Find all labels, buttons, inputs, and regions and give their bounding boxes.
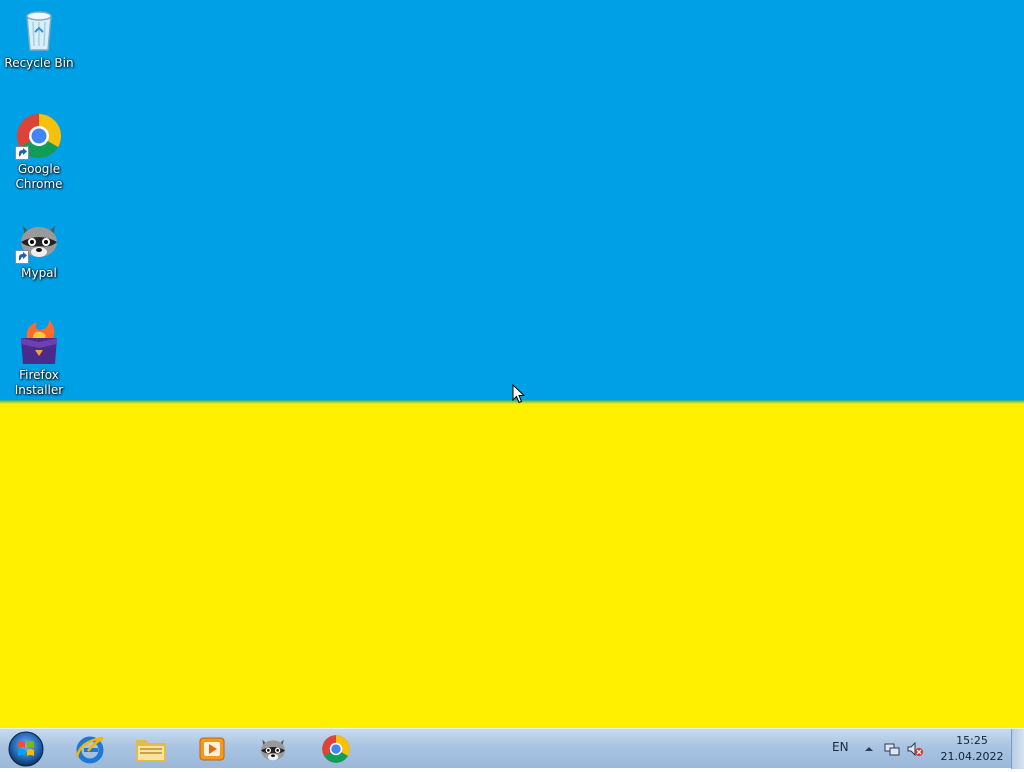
recycle-bin-icon [15,6,63,54]
firefox-installer-icon [15,318,63,366]
language-indicator[interactable]: EN [832,740,849,754]
show-desktop-button[interactable] [1011,729,1024,769]
taskbar: EN 15:25 21.04.2022 [0,728,1024,769]
start-button[interactable] [6,730,46,768]
clock-time: 15:25 [956,734,988,747]
shortcut-arrow-icon [15,146,29,160]
mouse-pointer-icon [512,383,526,408]
raccoon-icon [261,739,285,761]
raccoon-icon [15,216,63,264]
taskbar-pin-google-chrome[interactable] [308,731,364,767]
clock-date: 21.04.2022 [940,750,1004,763]
desktop-icon-mypal[interactable]: Mypal [4,216,74,281]
desktop-icon-label-line1: Firefox [19,368,59,382]
desktop-icon-label-line2: Installer [14,383,64,397]
chrome-icon [322,735,350,763]
windows-orb-icon [8,731,44,767]
show-hidden-icons-icon[interactable] [864,741,874,760]
taskbar-clock[interactable]: 15:25 21.04.2022 [932,733,1012,765]
desktop-icon-label-line2: Chrome [15,177,63,191]
chrome-icon [15,112,63,160]
desktop-icon-firefox-installer[interactable]: Firefox Installer [4,318,74,398]
ie-icon [75,736,104,764]
shortcut-arrow-icon [15,250,29,264]
taskbar-pin-internet-explorer[interactable] [62,731,118,767]
wallpaper-yellow-band [0,402,1024,728]
wallpaper-blue-band [0,0,1024,402]
taskbar-pin-mypal[interactable] [245,731,301,767]
desktop-wallpaper[interactable] [0,0,1024,728]
desktop-icon-label: Mypal [21,266,57,280]
desktop-icon-label: Recycle Bin [4,56,74,70]
network-icon[interactable] [884,741,900,761]
folder-icon [136,740,166,762]
desktop-icon-label-line1: Google [17,162,61,176]
volume-muted-icon[interactable] [906,741,924,761]
media-player-icon [199,737,225,761]
taskbar-pin-file-explorer[interactable] [123,731,179,767]
desktop-icon-recycle-bin[interactable]: Recycle Bin [4,6,74,71]
system-tray: EN 15:25 21.04.2022 [812,729,1024,769]
desktop-icon-google-chrome[interactable]: Google Chrome [4,112,74,192]
taskbar-pin-media-player[interactable] [184,731,240,767]
